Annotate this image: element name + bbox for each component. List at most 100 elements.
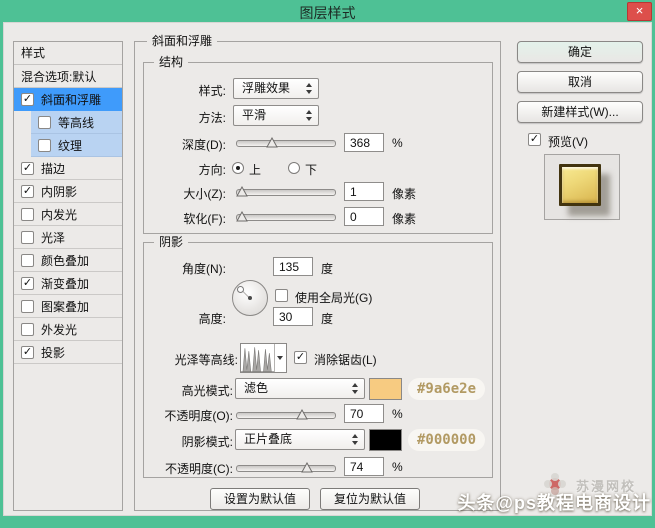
direction-up-label: 上 (249, 163, 262, 177)
method-select-value: 平滑 (242, 108, 267, 122)
cancel-button[interactable]: 取消 (517, 71, 643, 93)
soften-input[interactable] (344, 207, 384, 226)
sidebar-item-label: 投影 (41, 345, 66, 360)
direction-down-radio[interactable] (288, 162, 300, 174)
style-checkbox[interactable] (21, 92, 34, 106)
set-default-button[interactable]: 设置为默认值 (210, 488, 310, 510)
sidebar-item[interactable]: 光泽 (14, 226, 122, 249)
style-checkbox[interactable] (21, 253, 34, 267)
style-checkbox[interactable] (21, 230, 34, 244)
slider-track[interactable] (236, 189, 336, 196)
highlight-opacity-label: 不透明度(O): (164, 409, 233, 423)
size-label: 大小(Z): (183, 187, 226, 201)
sidebar-item[interactable]: 等高线 (31, 111, 122, 134)
new-style-button[interactable]: 新建样式(W)... (517, 101, 643, 123)
slider-thumb[interactable] (296, 409, 308, 420)
sidebar-item-label: 渐变叠加 (41, 276, 90, 291)
slider-track[interactable] (236, 214, 336, 221)
bevel-emboss-panel: 斜面和浮雕 结构 样式: 浮雕效果 方法: 平滑 深度(D): 368 % 方向… (134, 34, 501, 511)
highlight-color-swatch[interactable] (369, 378, 402, 400)
angle-input[interactable] (273, 257, 313, 276)
shadow-opacity-slider[interactable] (236, 462, 336, 475)
sidebar-item-list: 斜面和浮雕等高线纹理描边内阴影内发光光泽颜色叠加渐变叠加图案叠加外发光投影 (14, 88, 122, 364)
sidebar-item[interactable]: 渐变叠加 (14, 272, 122, 295)
style-checkbox[interactable] (21, 161, 34, 175)
structure-group: 结构 样式: 浮雕效果 方法: 平滑 深度(D): % 方 (143, 55, 493, 234)
updown-arrows-icon (352, 434, 359, 445)
use-global-light-checkbox[interactable] (275, 289, 288, 302)
sidebar-item-label: 外发光 (41, 322, 78, 337)
sidebar-item-label: 光泽 (41, 230, 66, 245)
sidebar-item-label: 图案叠加 (41, 299, 90, 314)
angle-dial[interactable] (232, 280, 268, 316)
style-checkbox[interactable] (21, 184, 34, 198)
sidebar-item[interactable]: 内阴影 (14, 180, 122, 203)
angle-label: 角度(N): (182, 262, 226, 276)
size-slider[interactable] (236, 186, 336, 199)
style-preview-box (544, 154, 620, 220)
close-button[interactable]: × (627, 2, 652, 21)
dialog-title: 图层样式 (299, 5, 356, 21)
slider-track[interactable] (236, 465, 336, 472)
contour-dropdown-arrow-icon[interactable] (274, 344, 286, 372)
style-checkbox[interactable] (38, 115, 51, 129)
style-checkbox[interactable] (21, 299, 34, 313)
anti-alias-checkbox[interactable] (294, 351, 307, 364)
slider-track[interactable] (236, 140, 336, 147)
gloss-contour-label: 光泽等高线: (174, 353, 238, 367)
reset-default-button[interactable]: 复位为默认值 (320, 488, 420, 510)
size-input[interactable] (344, 182, 384, 201)
style-select[interactable]: 浮雕效果 (233, 78, 319, 99)
gloss-contour-picker[interactable] (240, 343, 287, 373)
sidebar-item[interactable]: 颜色叠加 (14, 249, 122, 272)
sidebar-item-label: 混合选项:默认 (21, 69, 97, 84)
highlight-hex-label: #9a6e2e (408, 378, 486, 400)
sidebar-item[interactable]: 投影 (14, 341, 122, 364)
shadow-opacity-unit: % (392, 460, 403, 474)
soften-slider[interactable] (236, 211, 336, 224)
sidebar-item[interactable]: 描边 (14, 157, 122, 180)
slider-thumb[interactable] (236, 186, 248, 197)
altitude-input[interactable] (273, 307, 313, 326)
watermark-text: 头条@ps教程电商设计 (457, 493, 651, 513)
sidebar-item[interactable]: 斜面和浮雕 (14, 88, 122, 111)
highlight-opacity-input[interactable] (344, 404, 384, 423)
shadow-mode-label: 阴影模式: (181, 435, 233, 449)
direction-down-label: 下 (305, 163, 318, 177)
style-checkbox[interactable] (21, 207, 34, 221)
style-select-value: 浮雕效果 (242, 81, 291, 95)
sidebar-item-label: 等高线 (58, 115, 95, 130)
updown-arrows-icon (306, 110, 313, 121)
depth-input[interactable] (344, 133, 384, 152)
preview-checkbox[interactable] (528, 133, 541, 146)
highlight-opacity-unit: % (392, 407, 403, 421)
style-checkbox[interactable] (21, 322, 34, 336)
sidebar-item-label: 斜面和浮雕 (41, 92, 102, 107)
titlebar[interactable]: 图层样式 × (0, 0, 655, 22)
shadow-opacity-label: 不透明度(C): (165, 462, 233, 476)
sidebar-item[interactable]: 图案叠加 (14, 295, 122, 318)
slider-track[interactable] (236, 412, 336, 419)
shadow-mode-select[interactable]: 正片叠底 (235, 429, 365, 450)
shadow-opacity-input[interactable] (344, 457, 384, 476)
angle-dial-handle[interactable] (237, 286, 244, 293)
highlight-mode-select[interactable]: 滤色 (235, 378, 365, 399)
highlight-opacity-slider[interactable] (236, 409, 336, 422)
sidebar-item[interactable]: 外发光 (14, 318, 122, 341)
highlight-mode-value: 滤色 (244, 381, 269, 395)
sidebar-item[interactable]: 内发光 (14, 203, 122, 226)
direction-up-radio[interactable] (232, 162, 244, 174)
style-checkbox[interactable] (21, 345, 34, 359)
slider-thumb[interactable] (301, 462, 313, 473)
style-checkbox[interactable] (21, 276, 34, 290)
ok-button[interactable]: 确定 (517, 41, 643, 63)
sidebar-item-blending-options[interactable]: 混合选项:默认 (14, 65, 122, 88)
slider-thumb[interactable] (266, 137, 278, 148)
method-select[interactable]: 平滑 (233, 105, 319, 126)
slider-thumb[interactable] (236, 211, 248, 222)
shadow-color-swatch[interactable] (369, 429, 402, 451)
style-checkbox[interactable] (38, 138, 51, 152)
preview-label: 预览(V) (548, 135, 588, 149)
depth-slider[interactable] (236, 137, 336, 150)
sidebar-item[interactable]: 纹理 (31, 134, 122, 157)
